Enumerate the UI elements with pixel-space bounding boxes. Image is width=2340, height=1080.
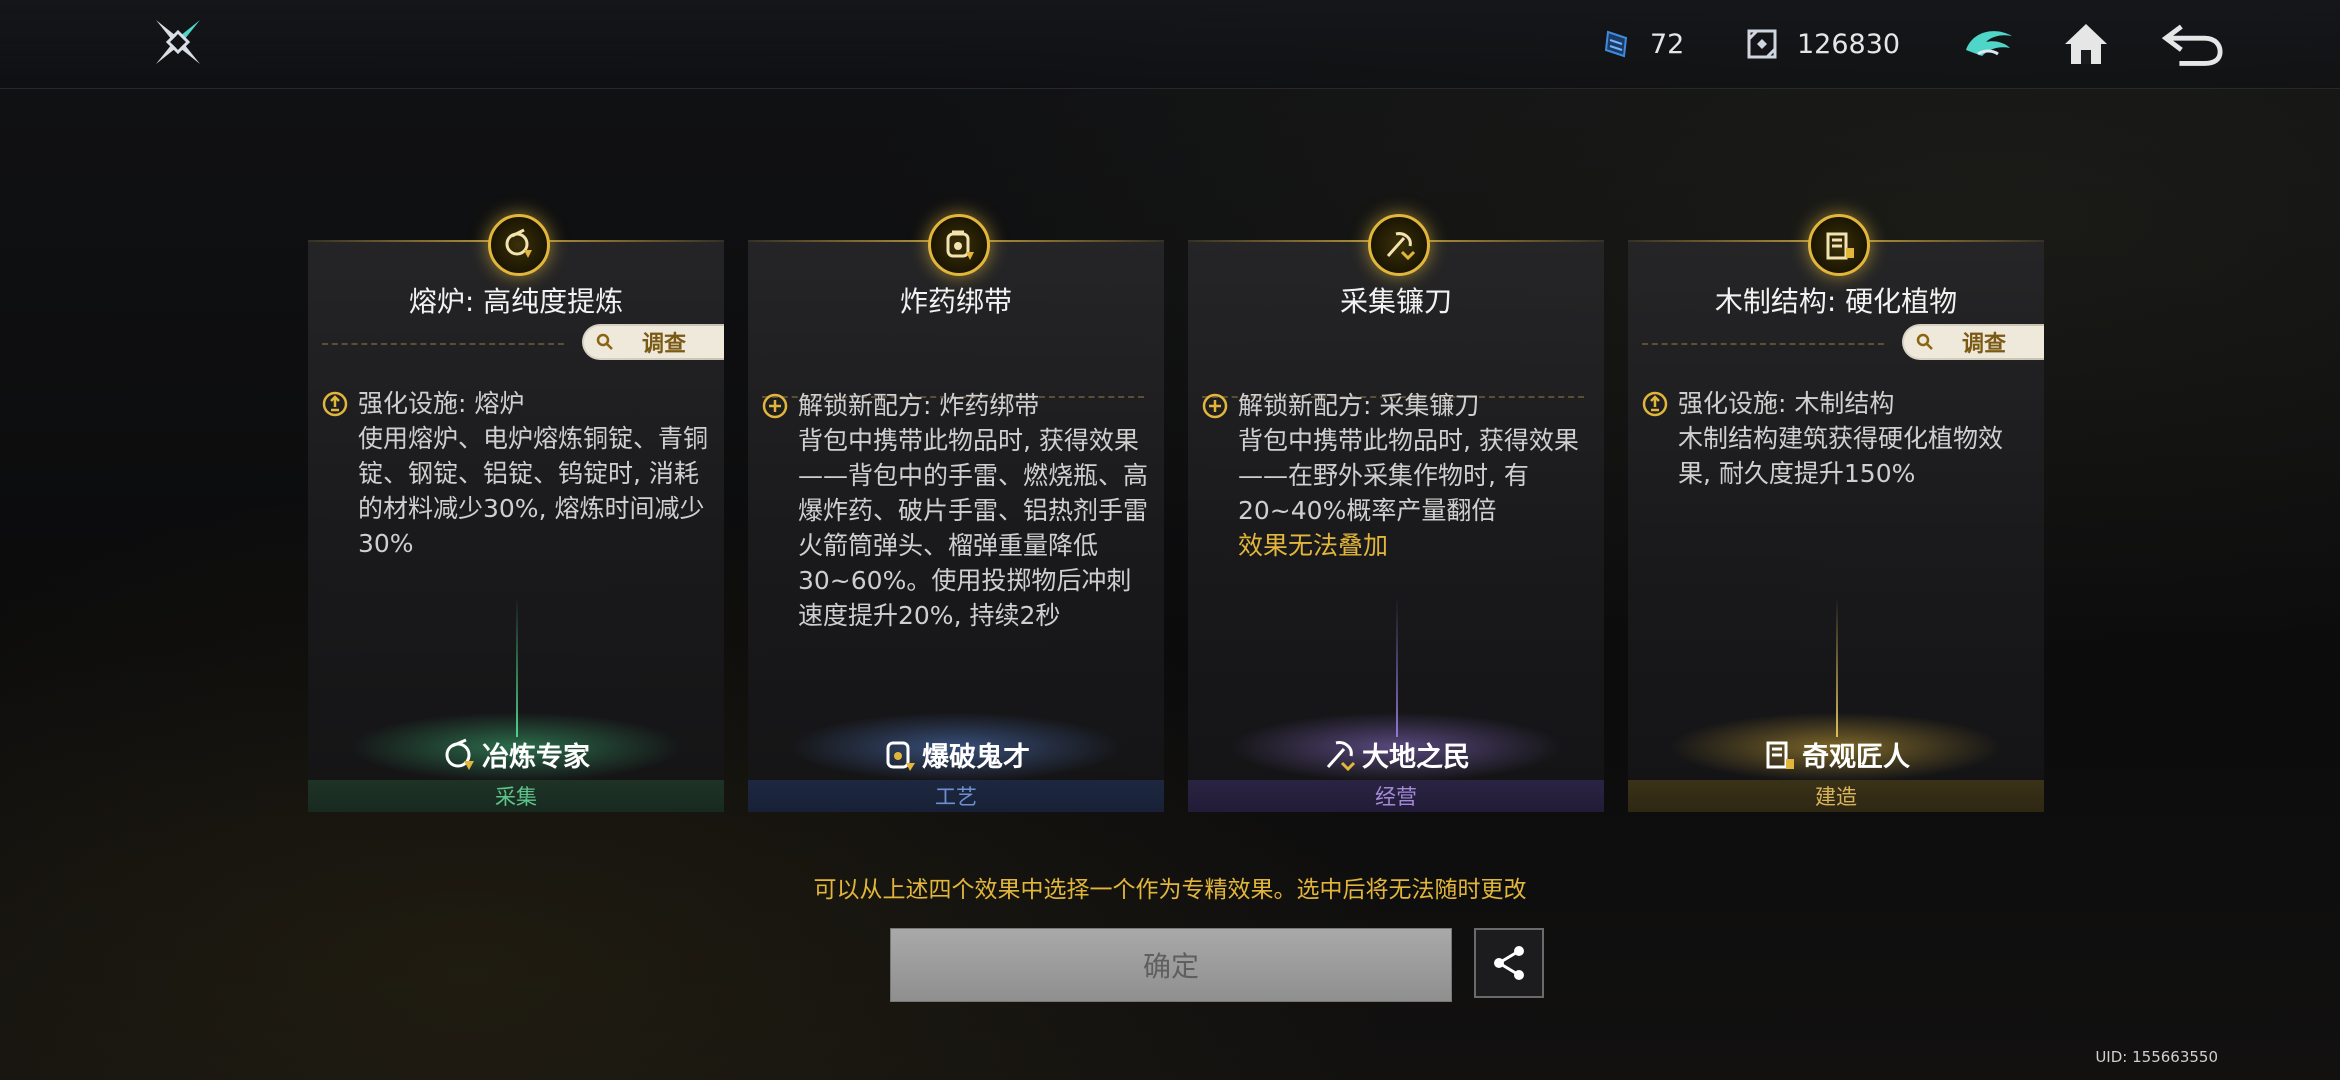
card-badge <box>1808 214 1870 276</box>
search-icon <box>1916 333 1933 350</box>
card-title: 炸药绑带 <box>899 285 1012 318</box>
skill-name: 爆破鬼才 <box>748 735 1164 774</box>
category-label: 工艺 <box>935 785 977 809</box>
chips-count: 72 <box>1650 28 1685 60</box>
back-button[interactable] <box>2160 12 2224 76</box>
card-description: 解锁新配方: 采集镰刀 背包中携带此物品时, 获得效果——在野外采集作物时, 有… <box>1202 388 1588 563</box>
smelting-expert-icon <box>445 738 474 770</box>
description-body: 背包中携带此物品时, 获得效果——背包中的手雷、燃烧瓶、高爆炸药、破片手雷、铝热… <box>798 426 1149 630</box>
user-id: UID: 155663550 <box>2095 1048 2218 1066</box>
category-bar: 经营 <box>1188 780 1604 812</box>
investigate-button[interactable]: 调查 <box>1902 324 2044 360</box>
card-badge <box>1368 214 1430 276</box>
skill-name: 冶炼专家 <box>308 735 724 774</box>
card-wood-structure[interactable]: 木制结构: 硬化植物 调查 强化设施: 木制结构 木制结构建筑获得硬化植物效果,… <box>1628 214 2044 812</box>
dragon-emblem-icon <box>1966 31 2012 56</box>
description-body: 背包中携带此物品时, 获得效果——在野外采集作物时, 有20~40%概率产量翻倍 <box>1238 426 1579 525</box>
resource-chips: 72 <box>1600 22 1684 66</box>
wonder-craftsman-icon <box>1766 741 1794 769</box>
furnace-icon <box>505 228 532 258</box>
card-furnace[interactable]: 熔炉: 高纯度提炼 调查 强化设施: 熔炉 使用熔炉、电炉熔炼铜锭、青铜锭、钢锭… <box>308 214 724 812</box>
blue-chip-icon <box>1604 30 1628 58</box>
description-heading: 强化设施: 熔炉 <box>358 389 525 418</box>
description-body: 木制结构建筑获得硬化植物效果, 耐久度提升150% <box>1678 424 2004 488</box>
demolition-genius-icon <box>886 741 915 771</box>
divider <box>322 343 564 345</box>
description-heading: 解锁新配方: 炸药绑带 <box>798 391 1040 420</box>
description-body: 使用熔炉、电炉熔炼铜锭、青铜锭、钢锭、铝锭、钨锭时, 消耗的材料减少30%, 熔… <box>358 424 709 558</box>
gems-count: 126830 <box>1797 28 1901 60</box>
card-title: 采集镰刀 <box>1339 285 1452 318</box>
skill-label: 爆破鬼才 <box>922 742 1030 773</box>
game-logo-icon <box>150 14 206 70</box>
share-icon <box>1494 946 1524 980</box>
category-bar: 采集 <box>308 780 724 812</box>
unlock-recipe-icon <box>1202 393 1228 419</box>
confirm-button[interactable]: 确定 <box>890 928 1452 1002</box>
explosive-belt-icon <box>946 230 974 260</box>
card-badge <box>928 214 990 276</box>
category-label: 采集 <box>495 785 537 809</box>
skill-label: 奇观匠人 <box>1802 742 1910 773</box>
confirm-label: 确定 <box>1142 950 1199 983</box>
share-button[interactable] <box>1474 928 1544 998</box>
divider <box>1642 343 1884 345</box>
card-badge <box>488 214 550 276</box>
back-arrow-icon <box>2161 24 2223 66</box>
card-description: 强化设施: 熔炉 使用熔炉、电炉熔炼铜锭、青铜锭、钢锭、铝锭、钨锭时, 消耗的材… <box>322 386 708 561</box>
description-warning: 效果无法叠加 <box>1238 531 1389 560</box>
specialization-screen: 72 126830 熔炉: 高纯度提炼 调查 强化设施: 熔炉 使用熔炉、电炉熔… <box>0 0 2340 1080</box>
category-bar: 建造 <box>1628 780 2044 812</box>
card-explosive-belt[interactable]: 炸药绑带 解锁新配方: 炸药绑带 背包中携带此物品时, 获得效果——背包中的手雷… <box>748 214 1164 812</box>
skill-name: 奇观匠人 <box>1628 735 2044 774</box>
earth-people-icon <box>1326 740 1356 771</box>
faction-emblem-button[interactable] <box>1957 12 2021 76</box>
investigate-label: 调查 <box>1962 332 2007 357</box>
upgrade-facility-icon <box>1642 391 1668 417</box>
category-label: 经营 <box>1375 785 1417 809</box>
unlock-recipe-icon <box>762 393 788 419</box>
description-heading: 解锁新配方: 采集镰刀 <box>1238 391 1480 420</box>
description-heading: 强化设施: 木制结构 <box>1678 389 1895 418</box>
category-bar: 工艺 <box>748 780 1164 812</box>
category-label: 建造 <box>1815 785 1857 809</box>
card-harvest-sickle[interactable]: 采集镰刀 解锁新配方: 采集镰刀 背包中携带此物品时, 获得效果——在野外采集作… <box>1188 214 1604 812</box>
skill-label: 大地之民 <box>1362 742 1470 773</box>
home-icon <box>2065 24 2107 64</box>
card-title: 熔炉: 高纯度提炼 <box>408 285 624 318</box>
skill-name: 大地之民 <box>1188 735 1604 774</box>
card-description: 解锁新配方: 炸药绑带 背包中携带此物品时, 获得效果——背包中的手雷、燃烧瓶、… <box>762 388 1148 633</box>
skill-label: 冶炼专家 <box>482 742 590 773</box>
top-bar: 72 126830 <box>0 0 2340 89</box>
square-gem-icon <box>1747 29 1777 59</box>
upgrade-facility-icon <box>322 391 348 417</box>
resource-gems: 126830 <box>1745 22 1900 66</box>
description-clip: 解锁新配方: 炸药绑带 背包中携带此物品时, 获得效果——背包中的手雷、燃烧瓶、… <box>748 388 1164 950</box>
wood-structure-icon <box>1826 232 1854 260</box>
investigate-label: 调查 <box>642 332 687 357</box>
selection-hint: 可以从上述四个效果中选择一个作为专精效果。选中后将无法随时更改 <box>813 877 1527 903</box>
search-icon <box>596 333 613 350</box>
card-description: 强化设施: 木制结构 木制结构建筑获得硬化植物效果, 耐久度提升150% <box>1642 386 2028 491</box>
harvest-sickle-icon <box>1386 232 1416 261</box>
card-title: 木制结构: 硬化植物 <box>1714 285 1958 318</box>
investigate-button[interactable]: 调查 <box>582 324 724 360</box>
home-button[interactable] <box>2054 12 2118 76</box>
